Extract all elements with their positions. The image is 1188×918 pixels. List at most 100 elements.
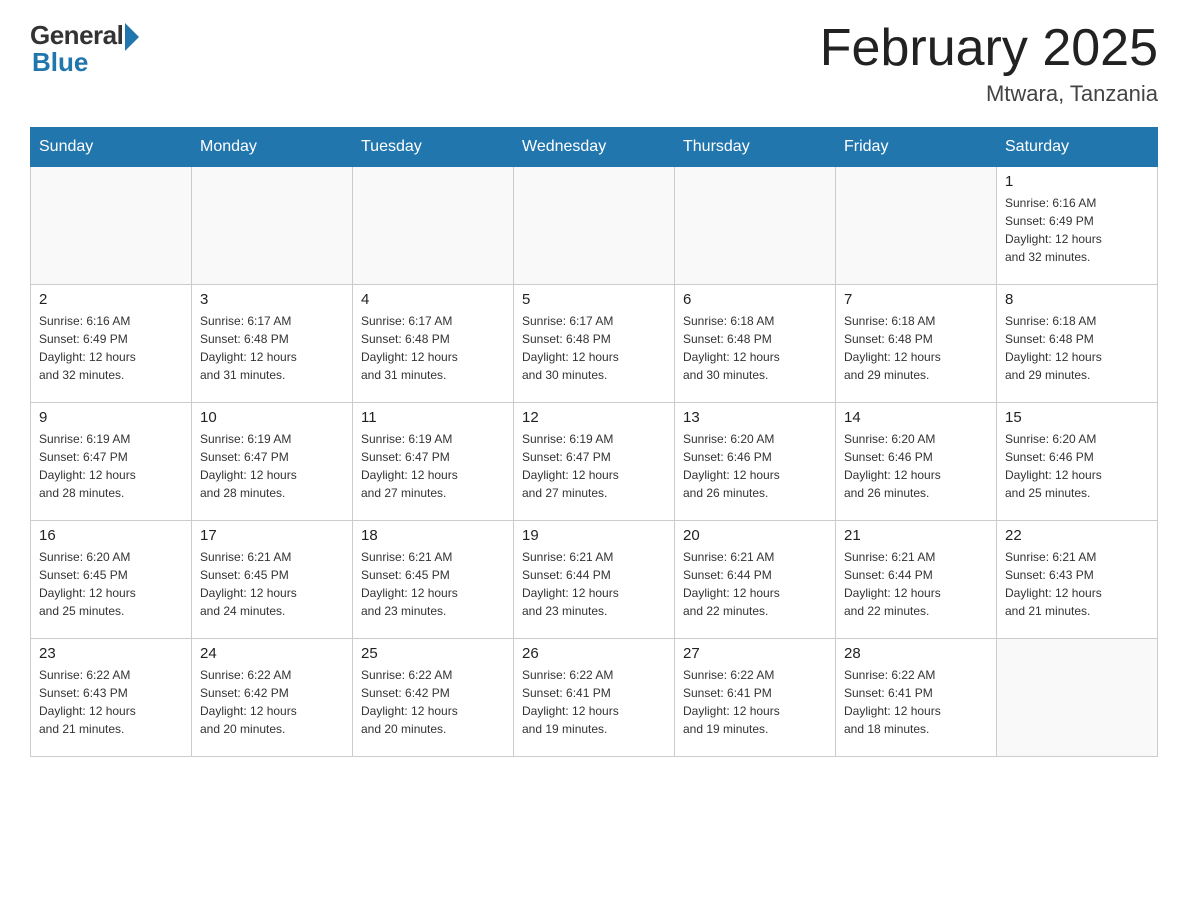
day-number: 13 [683, 409, 827, 426]
day-info: Sunrise: 6:16 AM Sunset: 6:49 PM Dayligh… [39, 312, 183, 384]
day-number: 21 [844, 527, 988, 544]
weekday-header-tuesday: Tuesday [353, 128, 514, 167]
day-number: 24 [200, 645, 344, 662]
calendar-cell: 18 Sunrise: 6:21 AM Sunset: 6:45 PM Dayli… [353, 521, 514, 639]
day-info: Sunrise: 6:18 AM Sunset: 6:48 PM Dayligh… [844, 312, 988, 384]
day-number: 11 [361, 409, 505, 426]
calendar-cell: 6 Sunrise: 6:18 AM Sunset: 6:48 PM Daylig… [675, 285, 836, 403]
day-number: 16 [39, 527, 183, 544]
calendar-cell: 23 Sunrise: 6:22 AM Sunset: 6:43 PM Dayli… [31, 639, 192, 757]
day-info: Sunrise: 6:20 AM Sunset: 6:46 PM Dayligh… [1005, 430, 1149, 502]
day-info: Sunrise: 6:22 AM Sunset: 6:41 PM Dayligh… [522, 666, 666, 738]
day-info: Sunrise: 6:19 AM Sunset: 6:47 PM Dayligh… [39, 430, 183, 502]
day-info: Sunrise: 6:20 AM Sunset: 6:46 PM Dayligh… [844, 430, 988, 502]
calendar-week-row: 23 Sunrise: 6:22 AM Sunset: 6:43 PM Dayli… [31, 639, 1158, 757]
calendar-cell: 2 Sunrise: 6:16 AM Sunset: 6:49 PM Daylig… [31, 285, 192, 403]
calendar-cell: 28 Sunrise: 6:22 AM Sunset: 6:41 PM Dayli… [836, 639, 997, 757]
calendar-cell: 25 Sunrise: 6:22 AM Sunset: 6:42 PM Dayli… [353, 639, 514, 757]
calendar-cell: 3 Sunrise: 6:17 AM Sunset: 6:48 PM Daylig… [192, 285, 353, 403]
day-info: Sunrise: 6:21 AM Sunset: 6:44 PM Dayligh… [844, 548, 988, 620]
calendar-cell: 21 Sunrise: 6:21 AM Sunset: 6:44 PM Dayli… [836, 521, 997, 639]
calendar-week-row: 16 Sunrise: 6:20 AM Sunset: 6:45 PM Dayli… [31, 521, 1158, 639]
calendar-cell [997, 639, 1158, 757]
day-number: 20 [683, 527, 827, 544]
calendar-week-row: 2 Sunrise: 6:16 AM Sunset: 6:49 PM Daylig… [31, 285, 1158, 403]
day-number: 7 [844, 291, 988, 308]
calendar-cell [353, 167, 514, 285]
weekday-header-wednesday: Wednesday [514, 128, 675, 167]
calendar-week-row: 1Sunrise: 6:16 AM Sunset: 6:49 PM Daylig… [31, 167, 1158, 285]
calendar-cell: 5 Sunrise: 6:17 AM Sunset: 6:48 PM Daylig… [514, 285, 675, 403]
day-number: 17 [200, 527, 344, 544]
day-number: 9 [39, 409, 183, 426]
day-info: Sunrise: 6:20 AM Sunset: 6:45 PM Dayligh… [39, 548, 183, 620]
day-number: 12 [522, 409, 666, 426]
day-info: Sunrise: 6:22 AM Sunset: 6:41 PM Dayligh… [844, 666, 988, 738]
day-info: Sunrise: 6:22 AM Sunset: 6:42 PM Dayligh… [200, 666, 344, 738]
calendar-cell: 1Sunrise: 6:16 AM Sunset: 6:49 PM Daylig… [997, 167, 1158, 285]
day-info: Sunrise: 6:17 AM Sunset: 6:48 PM Dayligh… [361, 312, 505, 384]
day-info: Sunrise: 6:18 AM Sunset: 6:48 PM Dayligh… [683, 312, 827, 384]
calendar-cell: 10 Sunrise: 6:19 AM Sunset: 6:47 PM Dayli… [192, 403, 353, 521]
day-number: 2 [39, 291, 183, 308]
day-number: 14 [844, 409, 988, 426]
day-number: 5 [522, 291, 666, 308]
calendar-cell [192, 167, 353, 285]
calendar-cell: 27 Sunrise: 6:22 AM Sunset: 6:41 PM Dayli… [675, 639, 836, 757]
day-number: 6 [683, 291, 827, 308]
day-number: 18 [361, 527, 505, 544]
calendar-cell: 7 Sunrise: 6:18 AM Sunset: 6:48 PM Daylig… [836, 285, 997, 403]
day-number: 3 [200, 291, 344, 308]
day-number: 8 [1005, 291, 1149, 308]
weekday-header-thursday: Thursday [675, 128, 836, 167]
calendar-cell: 14 Sunrise: 6:20 AM Sunset: 6:46 PM Dayli… [836, 403, 997, 521]
day-info: Sunrise: 6:21 AM Sunset: 6:45 PM Dayligh… [361, 548, 505, 620]
month-title: February 2025 [820, 20, 1158, 77]
day-number: 1 [1005, 173, 1149, 190]
day-info: Sunrise: 6:21 AM Sunset: 6:44 PM Dayligh… [683, 548, 827, 620]
logo-blue-text: Blue [32, 47, 88, 78]
calendar-cell: 26 Sunrise: 6:22 AM Sunset: 6:41 PM Dayli… [514, 639, 675, 757]
day-number: 19 [522, 527, 666, 544]
calendar-cell: 9 Sunrise: 6:19 AM Sunset: 6:47 PM Daylig… [31, 403, 192, 521]
calendar-cell [675, 167, 836, 285]
day-info: Sunrise: 6:22 AM Sunset: 6:42 PM Dayligh… [361, 666, 505, 738]
location-text: Mtwara, Tanzania [820, 81, 1158, 107]
weekday-header-sunday: Sunday [31, 128, 192, 167]
day-info: Sunrise: 6:17 AM Sunset: 6:48 PM Dayligh… [522, 312, 666, 384]
logo-arrow-icon [125, 23, 139, 51]
weekday-header-saturday: Saturday [997, 128, 1158, 167]
calendar-table: SundayMondayTuesdayWednesdayThursdayFrid… [30, 127, 1158, 757]
calendar-cell [31, 167, 192, 285]
day-number: 27 [683, 645, 827, 662]
calendar-cell: 19 Sunrise: 6:21 AM Sunset: 6:44 PM Dayli… [514, 521, 675, 639]
calendar-cell: 8 Sunrise: 6:18 AM Sunset: 6:48 PM Daylig… [997, 285, 1158, 403]
day-info: Sunrise: 6:20 AM Sunset: 6:46 PM Dayligh… [683, 430, 827, 502]
day-info: Sunrise: 6:19 AM Sunset: 6:47 PM Dayligh… [200, 430, 344, 502]
day-info: Sunrise: 6:21 AM Sunset: 6:43 PM Dayligh… [1005, 548, 1149, 620]
day-info: Sunrise: 6:17 AM Sunset: 6:48 PM Dayligh… [200, 312, 344, 384]
day-info: Sunrise: 6:18 AM Sunset: 6:48 PM Dayligh… [1005, 312, 1149, 384]
day-number: 22 [1005, 527, 1149, 544]
calendar-cell: 22 Sunrise: 6:21 AM Sunset: 6:43 PM Dayli… [997, 521, 1158, 639]
page-header: General Blue February 2025 Mtwara, Tanza… [30, 20, 1158, 107]
calendar-header-row: SundayMondayTuesdayWednesdayThursdayFrid… [31, 128, 1158, 167]
day-number: 15 [1005, 409, 1149, 426]
day-info: Sunrise: 6:19 AM Sunset: 6:47 PM Dayligh… [522, 430, 666, 502]
calendar-cell: 13 Sunrise: 6:20 AM Sunset: 6:46 PM Dayli… [675, 403, 836, 521]
day-number: 28 [844, 645, 988, 662]
day-info: Sunrise: 6:22 AM Sunset: 6:43 PM Dayligh… [39, 666, 183, 738]
day-number: 26 [522, 645, 666, 662]
day-number: 23 [39, 645, 183, 662]
day-info: Sunrise: 6:21 AM Sunset: 6:44 PM Dayligh… [522, 548, 666, 620]
calendar-cell: 20 Sunrise: 6:21 AM Sunset: 6:44 PM Dayli… [675, 521, 836, 639]
calendar-cell [836, 167, 997, 285]
weekday-header-monday: Monday [192, 128, 353, 167]
weekday-header-friday: Friday [836, 128, 997, 167]
day-number: 25 [361, 645, 505, 662]
day-info: Sunrise: 6:22 AM Sunset: 6:41 PM Dayligh… [683, 666, 827, 738]
calendar-cell: 12 Sunrise: 6:19 AM Sunset: 6:47 PM Dayli… [514, 403, 675, 521]
day-number: 10 [200, 409, 344, 426]
calendar-week-row: 9 Sunrise: 6:19 AM Sunset: 6:47 PM Daylig… [31, 403, 1158, 521]
calendar-cell: 17Sunrise: 6:21 AM Sunset: 6:45 PM Dayli… [192, 521, 353, 639]
